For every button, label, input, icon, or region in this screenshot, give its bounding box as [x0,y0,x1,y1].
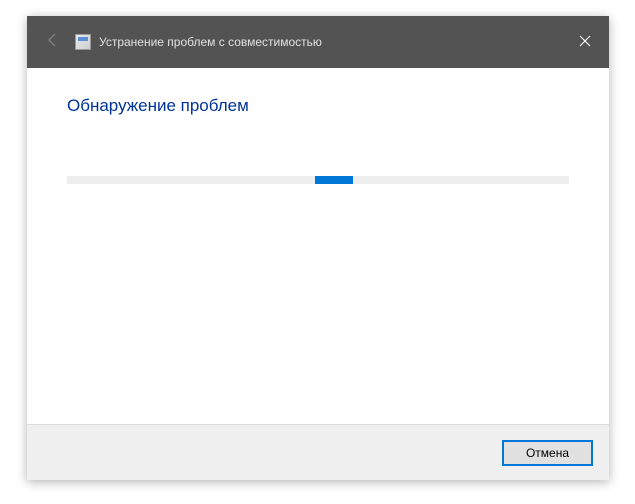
titlebar: Устранение проблем с совместимостью [27,16,609,68]
troubleshooter-window: Устранение проблем с совместимостью Обна… [27,16,609,480]
progress-indicator [315,176,353,184]
cancel-button[interactable]: Отмена [502,440,593,466]
progress-bar [67,176,569,184]
back-button [39,28,67,56]
back-arrow-icon [45,32,61,53]
window-title: Устранение проблем с совместимостью [99,35,322,49]
close-icon [579,34,591,50]
close-button[interactable] [573,30,597,54]
footer: Отмена [27,424,609,480]
content-area: Обнаружение проблем [27,68,609,424]
page-heading: Обнаружение проблем [67,96,569,116]
app-icon [75,34,91,50]
